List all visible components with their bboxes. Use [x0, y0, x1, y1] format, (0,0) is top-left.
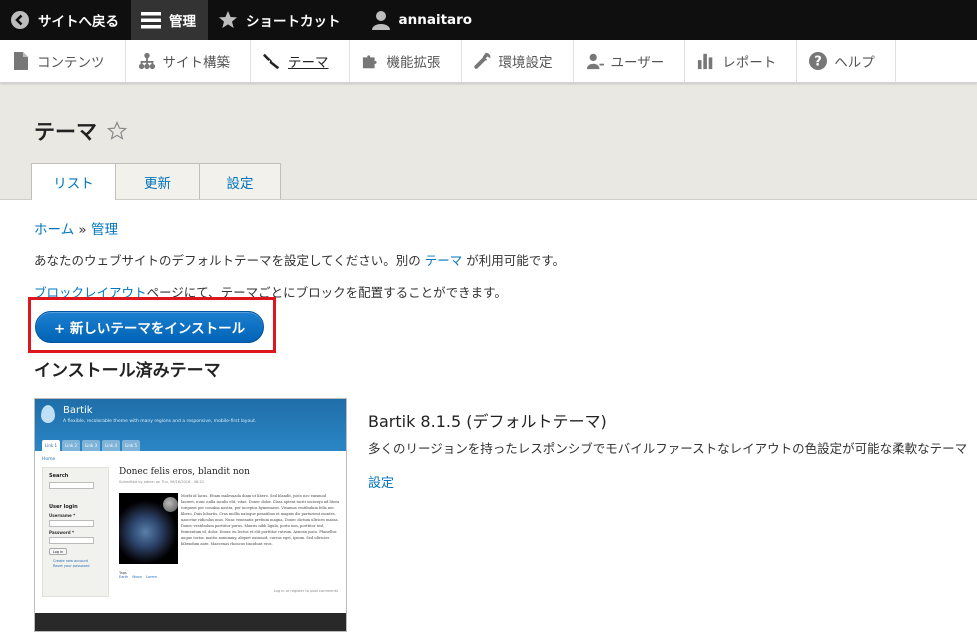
- shot-slogan: A flexible, recolorable theme with many …: [63, 419, 257, 424]
- shot-tag: Moon: [132, 575, 142, 579]
- intro-after: が利用可能です。: [462, 253, 565, 268]
- tab-list[interactable]: リスト: [31, 163, 116, 200]
- tray-item-people[interactable]: ユーザー: [574, 40, 686, 82]
- shot-main: Donec felis eros, blandit non Submitted …: [119, 467, 339, 579]
- star-icon: [218, 10, 238, 30]
- install-new-theme-button[interactable]: + 新しいテーマをインストール: [35, 311, 264, 343]
- paintbrush-icon: [263, 52, 281, 70]
- user-icon: [371, 10, 391, 30]
- people-icon: [586, 52, 604, 70]
- shot-username-input: [49, 520, 94, 527]
- shot-search-title: Search: [49, 473, 69, 479]
- tray-label-people: ユーザー: [610, 55, 665, 71]
- tray-label-content: コンテンツ: [37, 55, 105, 71]
- shot-tags: Tags Earth Moon Lorem: [119, 571, 161, 579]
- shot-home: Home: [42, 457, 56, 462]
- admin-tray: コンテンツ サイト構築 テーマ 機能拡張 環境設定 ユーザー レポート ? ヘル…: [0, 40, 977, 83]
- shot-spacer: [43, 491, 108, 499]
- tray-label-config: 環境設定: [498, 55, 553, 71]
- shot-article-title: Donec felis eros, blandit non: [119, 467, 250, 477]
- barchart-icon: [697, 52, 715, 70]
- sitemap-icon: [138, 52, 156, 70]
- user-tab[interactable]: annaitaro: [361, 0, 485, 40]
- page-title: テーマ: [34, 116, 127, 146]
- tray-item-reports[interactable]: レポート: [685, 40, 798, 82]
- shot-username-label: Username *: [49, 513, 76, 518]
- shot-password-label: Password *: [49, 530, 75, 535]
- shot-tab: Link 2: [62, 440, 80, 451]
- breadcrumb-separator: »: [74, 222, 91, 238]
- shot-footer: [35, 613, 346, 631]
- breadcrumb: ホーム » 管理: [34, 218, 957, 238]
- intro-text: あなたのウェブサイトのデフォルトテーマを設定してください。別の テーマ が利用可…: [34, 250, 957, 269]
- page-title-text: テーマ: [34, 120, 97, 144]
- tray-item-content[interactable]: コンテンツ: [0, 40, 126, 82]
- help-icon: ?: [809, 52, 828, 70]
- back-arrow-icon: [10, 10, 30, 30]
- file-icon: [12, 52, 30, 70]
- shortcuts-tab[interactable]: ショートカット: [208, 0, 353, 40]
- drupal-drop-icon: [41, 405, 55, 423]
- shot-tabs: Link 1 Link 2 Link 3 Link 4 Link 5: [42, 440, 142, 451]
- tray-label-appearance: テーマ: [288, 55, 329, 71]
- tray-item-appearance[interactable]: テーマ: [251, 40, 350, 82]
- primary-tabs: リスト 更新 設定: [31, 163, 281, 200]
- tray-item-help[interactable]: ? ヘルプ: [797, 40, 896, 82]
- shot-submitted: Submitted by admin on Thu, 06/16/2016 - …: [119, 480, 204, 484]
- breadcrumb-home[interactable]: ホーム: [34, 222, 74, 238]
- moon-image: [163, 497, 178, 512]
- tab-update[interactable]: 更新: [115, 163, 200, 199]
- shot-tag: Lorem: [145, 575, 157, 579]
- installed-themes-heading: インストール済みテーマ: [34, 361, 221, 381]
- shot-sidebar: Search User login Username * Password * …: [42, 467, 109, 597]
- breadcrumb-admin[interactable]: 管理: [91, 222, 118, 238]
- shot-reset-link: Reset your password: [53, 564, 90, 568]
- puzzle-icon: [362, 52, 380, 70]
- shot-create-link: Create new account: [53, 559, 89, 563]
- shot-search-input: [49, 482, 94, 489]
- svg-text:?: ?: [814, 55, 822, 70]
- shot-body-text: Morbi id lacus. Etiam malesuada diam ut …: [181, 494, 340, 546]
- tray-item-structure[interactable]: サイト構築: [126, 40, 251, 82]
- username-label: annaitaro: [398, 12, 473, 28]
- theme-settings-link[interactable]: 設定: [368, 472, 394, 491]
- tray-item-extend[interactable]: 機能拡張: [350, 40, 462, 82]
- shot-header: Bartik A flexible, recolorable theme wit…: [35, 399, 346, 451]
- shot-tab: Link 3: [82, 440, 100, 451]
- shot-tag: Earth: [119, 575, 129, 579]
- theme-info: Bartik 8.1.5 (デフォルトテーマ) 多くのリージョンを持ったレスポン…: [368, 408, 967, 491]
- shot-tab: Link 4: [102, 440, 120, 451]
- back-to-site-link[interactable]: サイトへ戻る: [0, 0, 131, 40]
- page-header: テーマ リスト 更新 設定: [0, 83, 977, 200]
- themes-link[interactable]: テーマ: [425, 253, 463, 268]
- theme-description: 多くのリージョンを持ったレスポンシブでモバイルファーストなレイアウトの色設定が可…: [368, 441, 968, 456]
- tray-label-structure: サイト構築: [162, 55, 231, 71]
- intro-before: あなたのウェブサイトのデフォルトテーマを設定してください。別の: [34, 253, 425, 268]
- shot-tab: Link 5: [122, 440, 140, 451]
- back-to-site-label: サイトへ戻る: [38, 14, 119, 30]
- tray-label-help: ヘルプ: [834, 55, 875, 71]
- shot-tab: Link 1: [42, 440, 60, 451]
- hamburger-icon: [141, 10, 161, 30]
- main-content: ホーム » 管理 あなたのウェブサイトのデフォルトテーマを設定してください。別の…: [34, 218, 957, 301]
- theme-screenshot: Bartik A flexible, recolorable theme wit…: [34, 398, 347, 632]
- tray-item-config[interactable]: 環境設定: [462, 40, 574, 82]
- admin-toolbar: サイトへ戻る 管理 ショートカット annaitaro: [0, 0, 977, 40]
- shot-password-input: [49, 537, 94, 544]
- shortcut-star-icon[interactable]: [107, 121, 127, 141]
- shortcuts-label: ショートカット: [246, 14, 341, 30]
- tab-settings[interactable]: 設定: [199, 163, 281, 199]
- shot-login-button: Log in: [49, 548, 67, 555]
- tray-label-reports: レポート: [722, 55, 777, 71]
- shot-login-note: Log in or register to post comments: [273, 589, 338, 593]
- theme-name: Bartik 8.1.5 (デフォルトテーマ): [368, 412, 607, 431]
- wrench-icon: [473, 52, 492, 70]
- tray-label-extend: 機能拡張: [386, 55, 441, 71]
- shot-site-name: Bartik: [63, 405, 93, 416]
- shot-login-title: User login: [49, 504, 78, 510]
- manage-label: 管理: [169, 14, 196, 30]
- manage-tab[interactable]: 管理: [131, 0, 208, 40]
